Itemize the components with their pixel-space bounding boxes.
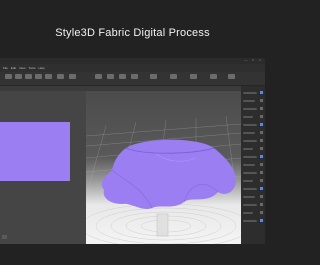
toolbar-button-8[interactable] [95, 74, 102, 79]
toolbar-button-13[interactable] [170, 74, 177, 79]
menu-tools[interactable]: Tools [28, 64, 35, 72]
property-icon[interactable] [260, 179, 263, 182]
properties-panel [241, 86, 265, 244]
fabric-pattern-piece[interactable] [0, 122, 70, 181]
property-row[interactable] [243, 92, 257, 94]
property-row[interactable] [243, 220, 257, 222]
property-row[interactable] [243, 156, 257, 158]
property-select-icon[interactable] [260, 91, 263, 94]
property-row[interactable] [243, 140, 257, 142]
toolbar-button-9[interactable] [107, 74, 114, 79]
property-row[interactable] [243, 164, 255, 166]
viewport-3d[interactable] [86, 86, 241, 244]
pattern-2d-panel[interactable] [0, 86, 86, 244]
toolbar-button-10[interactable] [119, 74, 126, 79]
menu-bar: File Edit View Tools Help [0, 64, 265, 72]
menu-help[interactable]: Help [38, 64, 44, 72]
property-icon[interactable] [260, 107, 263, 110]
minimize-button[interactable]: — [244, 59, 248, 62]
property-row[interactable] [243, 132, 255, 134]
toolbar-button-11[interactable] [131, 74, 138, 79]
panel-settings-icon[interactable] [2, 235, 7, 239]
property-select-icon[interactable] [260, 219, 263, 222]
toolbar-button-1[interactable] [5, 74, 12, 79]
menu-file[interactable]: File [3, 64, 8, 72]
property-row[interactable] [243, 148, 253, 150]
app-window: — □ × File Edit View Tools Help [0, 58, 265, 244]
property-row[interactable] [243, 124, 257, 126]
property-icon[interactable] [260, 139, 263, 142]
property-row[interactable] [243, 204, 257, 206]
draped-fabric [101, 139, 236, 209]
page-title: Style3D Fabric Digital Process [55, 27, 210, 39]
property-row[interactable] [243, 100, 255, 102]
toolbar-button-14[interactable] [190, 74, 197, 79]
property-row[interactable] [243, 212, 253, 214]
property-icon[interactable] [260, 99, 263, 102]
window-controls: — □ × [244, 59, 262, 62]
scene-canvas [86, 115, 241, 244]
toolbar-button-2[interactable] [15, 74, 22, 79]
pedestal-stand [156, 213, 169, 237]
menu-edit[interactable]: Edit [11, 64, 16, 72]
toolbar-button-4[interactable] [35, 74, 42, 79]
property-icon[interactable] [260, 163, 263, 166]
property-row[interactable] [243, 188, 257, 190]
property-row[interactable] [243, 116, 253, 118]
property-icon[interactable] [260, 203, 263, 206]
property-select-icon[interactable] [260, 123, 263, 126]
property-icon[interactable] [260, 195, 263, 198]
maximize-button[interactable]: □ [251, 59, 255, 62]
toolbar [0, 72, 265, 86]
property-select-icon[interactable] [260, 187, 263, 190]
toolbar-button-6[interactable] [57, 74, 64, 79]
toolbar-button-3[interactable] [25, 74, 32, 79]
property-icon[interactable] [260, 131, 263, 134]
toolbar-button-5[interactable] [45, 74, 52, 79]
close-button[interactable]: × [258, 59, 262, 62]
property-icon[interactable] [260, 211, 263, 214]
menu-view[interactable]: View [19, 64, 25, 72]
property-row[interactable] [243, 196, 255, 198]
property-row[interactable] [243, 172, 257, 174]
property-row[interactable] [243, 180, 253, 182]
property-icon[interactable] [260, 147, 263, 150]
toolbar-button-15[interactable] [210, 74, 217, 79]
property-select-icon[interactable] [260, 155, 263, 158]
toolbar-button-7[interactable] [69, 74, 76, 79]
property-icon[interactable] [260, 171, 263, 174]
property-row[interactable] [243, 108, 257, 110]
toolbar-button-12[interactable] [150, 74, 157, 79]
property-icon[interactable] [260, 115, 263, 118]
toolbar-button-16[interactable] [228, 74, 235, 79]
pattern-panel-header [0, 86, 86, 91]
